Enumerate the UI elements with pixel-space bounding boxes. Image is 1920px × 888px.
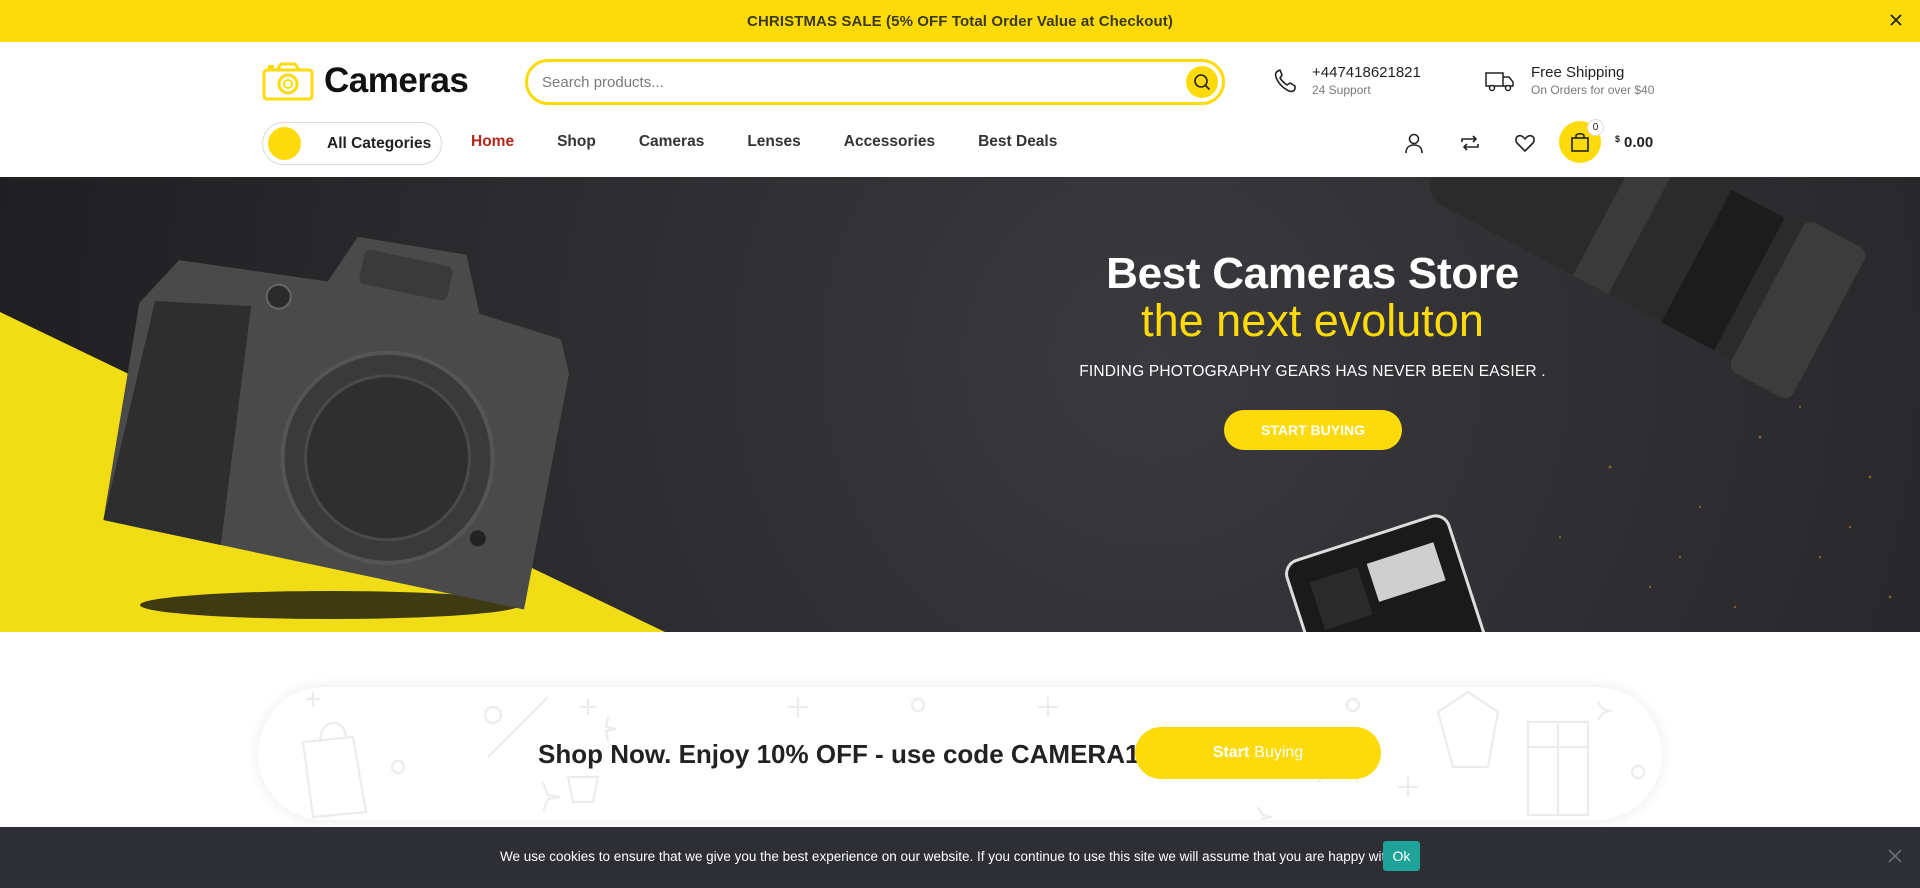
logo-text: Cameras (324, 61, 469, 100)
main-nav: Home Shop Cameras Lenses Accessories Bes… (471, 133, 1057, 151)
phone-label: 24 Support (1312, 83, 1371, 97)
cookie-text: We use cookies to ensure that we give yo… (500, 849, 1407, 864)
promo-button-bold: Start (1212, 744, 1250, 761)
phone-icon (1274, 68, 1296, 92)
nav-item-best-deals[interactable]: Best Deals (978, 133, 1057, 151)
site-logo[interactable]: Cameras (262, 60, 469, 102)
promo-button-rest: Buying (1254, 744, 1304, 761)
nav-item-cameras[interactable]: Cameras (639, 133, 705, 151)
hero-tagline: FINDING PHOTOGRAPHY GEARS HAS NEVER BEEN… (1079, 363, 1546, 380)
search-button[interactable] (1186, 66, 1218, 98)
nav-item-accessories[interactable]: Accessories (844, 133, 935, 151)
categories-label: All Categories (327, 134, 432, 152)
cart-count-badge: 0 (1587, 119, 1604, 136)
promo-banner: Shop Now. Enjoy 10% OFF - use code CAMER… (258, 687, 1662, 820)
categories-menu-icon (268, 127, 301, 160)
close-icon[interactable] (1887, 848, 1903, 864)
promo-text: Shop Now. Enjoy 10% OFF - use code CAMER… (538, 739, 1154, 769)
nav-item-shop[interactable]: Shop (557, 133, 596, 151)
all-categories-button[interactable]: All Categories (262, 122, 442, 165)
start-buying-button[interactable]: START BUYING (1224, 410, 1402, 450)
nav-item-lenses[interactable]: Lenses (747, 133, 800, 151)
cookie-ok-button[interactable]: Ok (1383, 841, 1420, 871)
search-icon (1194, 74, 1211, 91)
truck-icon (1485, 71, 1514, 91)
compare-icon[interactable] (1459, 132, 1481, 154)
search-input[interactable] (542, 71, 1142, 93)
announcement-bar: CHRISTMAS SALE (5% OFF Total Order Value… (0, 0, 1920, 42)
hero-banner: Best Cameras Store the next evoluton FIN… (0, 177, 1920, 632)
announcement-text: CHRISTMAS SALE (5% OFF Total Order Value… (747, 12, 1173, 30)
camera-icon (262, 62, 314, 101)
phone-contact[interactable]: +447418621821 24 Support (1274, 64, 1421, 97)
shipping-title: Free Shipping (1531, 64, 1625, 81)
cart-icon (1571, 132, 1589, 152)
search-bar (525, 59, 1225, 105)
cookie-bar: We use cookies to ensure that we give yo… (0, 827, 1920, 888)
hero-subtitle: the next evoluton (1141, 295, 1484, 346)
cart-amount: 0.00 (1624, 134, 1654, 151)
close-icon[interactable] (1886, 10, 1906, 30)
hero-title: Best Cameras Store (1106, 249, 1519, 298)
shipping-info: Free Shipping On Orders for over $40 (1485, 64, 1654, 97)
shipping-label: On Orders for over $40 (1531, 83, 1655, 97)
heart-icon[interactable] (1514, 132, 1536, 154)
cart-total[interactable]: $0.00 (1615, 134, 1653, 151)
cart-currency: $ (1615, 134, 1621, 144)
phone-number: +447418621821 (1312, 64, 1421, 81)
hero-background-image (0, 177, 1892, 632)
user-icon[interactable] (1403, 132, 1425, 154)
start-buying-promo-button[interactable]: Start Buying (1135, 727, 1381, 779)
nav-item-home[interactable]: Home (471, 133, 514, 151)
